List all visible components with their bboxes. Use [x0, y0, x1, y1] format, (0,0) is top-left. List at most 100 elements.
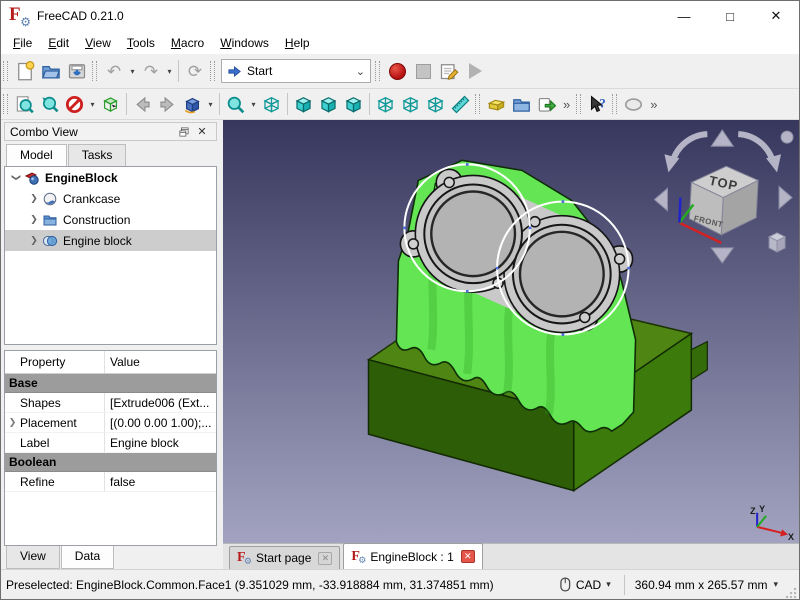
- export-button[interactable]: [534, 92, 559, 117]
- menu-file[interactable]: File: [5, 33, 40, 53]
- toolbar-drag-handle[interactable]: [375, 61, 380, 81]
- zoom-dropdown[interactable]: ▾: [248, 91, 259, 117]
- cube-icon: [294, 95, 313, 114]
- isometric-dropdown[interactable]: ▾: [205, 91, 216, 117]
- toolbar-drag-handle[interactable]: [92, 61, 97, 81]
- toolbar-drag-handle[interactable]: [475, 94, 480, 114]
- cube-icon: [344, 95, 363, 114]
- group-button[interactable]: [509, 92, 534, 117]
- expander-icon[interactable]: ❯: [26, 235, 42, 246]
- tab-tasks[interactable]: Tasks: [68, 144, 127, 166]
- chevron-down-icon: ⌄: [356, 65, 365, 78]
- dropdown-arrow-icon: ▾: [773, 579, 782, 590]
- menu-macro[interactable]: Macro: [163, 33, 212, 53]
- property-row-label[interactable]: Label Engine block: [5, 433, 216, 453]
- bottom-view-button[interactable]: [398, 92, 423, 117]
- measure-button[interactable]: [448, 92, 473, 117]
- tree-item-engineblock[interactable]: ❯ EngineBlock: [5, 167, 216, 188]
- whats-this-button[interactable]: [585, 92, 610, 117]
- float-panel-button[interactable]: [175, 124, 193, 140]
- zoom-button[interactable]: [223, 92, 248, 117]
- close-tab-icon[interactable]: ✕: [461, 550, 475, 563]
- tab-data[interactable]: Data: [61, 546, 114, 569]
- undo-button[interactable]: ↶: [101, 58, 127, 84]
- 3d-viewport[interactable]: TOP FRONT: [223, 120, 799, 543]
- redo-button[interactable]: ↷: [138, 58, 164, 84]
- redo-icon: ↷: [144, 63, 158, 80]
- menu-edit[interactable]: Edit: [40, 33, 77, 53]
- navigation-style-selector[interactable]: CAD ▾: [551, 577, 624, 592]
- new-document-button[interactable]: [12, 58, 38, 84]
- tab-start-page[interactable]: F⚙ Start page ✕: [229, 546, 340, 569]
- toolbar-drag-handle[interactable]: [210, 61, 215, 81]
- nav-forward-button[interactable]: [155, 92, 180, 117]
- 3d-scene[interactable]: TOP FRONT: [223, 120, 799, 543]
- tree-item-crankcase[interactable]: ❯ Crankcase: [5, 188, 216, 209]
- toolbar-drag-handle[interactable]: [576, 94, 581, 114]
- axonometric-view-button[interactable]: [259, 92, 284, 117]
- ellipse-icon: [624, 95, 643, 114]
- property-group-base[interactable]: Base: [5, 374, 216, 393]
- property-row-placement[interactable]: ❯Placement [(0.00 0.00 1.00);...: [5, 413, 216, 433]
- draw-style-button[interactable]: [62, 92, 87, 117]
- left-view-button[interactable]: [423, 92, 448, 117]
- expander-icon[interactable]: ❯: [26, 193, 42, 204]
- toolbar-overflow-button[interactable]: »: [559, 97, 574, 112]
- macro-record-button[interactable]: [384, 58, 410, 84]
- view-dimensions[interactable]: 360.94 mm x 265.57 mm: [625, 578, 774, 592]
- toolbar-drag-handle[interactable]: [3, 61, 8, 81]
- right-view-button[interactable]: [341, 92, 366, 117]
- front-view-button[interactable]: [291, 92, 316, 117]
- macro-edit-button[interactable]: [436, 58, 462, 84]
- property-row-refine[interactable]: Refine false: [5, 472, 216, 492]
- tab-engineblock-document[interactable]: F⚙ EngineBlock : 1 ✕: [343, 543, 482, 569]
- menu-tools[interactable]: Tools: [119, 33, 163, 53]
- top-view-button[interactable]: [316, 92, 341, 117]
- save-button[interactable]: [64, 58, 90, 84]
- rear-view-button[interactable]: [373, 92, 398, 117]
- svg-text:Z: Z: [750, 506, 756, 516]
- isometric-view-button[interactable]: [180, 92, 205, 117]
- expander-icon[interactable]: ❯: [5, 417, 20, 428]
- maximize-button[interactable]: □: [707, 1, 753, 31]
- expander-icon[interactable]: ❯: [26, 214, 42, 225]
- mini-cube[interactable]: [769, 233, 785, 252]
- minimize-button[interactable]: —: [661, 1, 707, 31]
- menu-view[interactable]: View: [77, 33, 119, 53]
- redo-dropdown[interactable]: ▾: [164, 58, 175, 84]
- part-button[interactable]: [484, 92, 509, 117]
- ellipse-button[interactable]: [621, 92, 646, 117]
- open-button[interactable]: [38, 58, 64, 84]
- close-button[interactable]: ✕: [753, 1, 799, 31]
- fit-selection-button[interactable]: [37, 92, 62, 117]
- resize-grip[interactable]: [784, 586, 797, 599]
- tree-item-engine-block[interactable]: ❯ Engine block: [5, 230, 216, 251]
- macro-edit-icon: [439, 61, 459, 81]
- navigation-cube[interactable]: TOP FRONT: [655, 130, 794, 263]
- menu-help[interactable]: Help: [277, 33, 318, 53]
- select-box-button[interactable]: [98, 92, 123, 117]
- window-title: FreeCAD 0.21.0: [37, 9, 124, 23]
- tab-view[interactable]: View: [6, 546, 60, 569]
- refresh-button[interactable]: ⟳: [182, 58, 208, 84]
- macro-stop-button[interactable]: [410, 58, 436, 84]
- macro-play-button[interactable]: [462, 58, 488, 84]
- undo-dropdown[interactable]: ▾: [127, 58, 138, 84]
- toolbar-drag-handle[interactable]: [612, 94, 617, 114]
- close-tab-icon[interactable]: ✕: [318, 552, 332, 565]
- nav-back-button[interactable]: [130, 92, 155, 117]
- toolbar-overflow-button[interactable]: »: [646, 97, 661, 112]
- workbench-selector[interactable]: Start ⌄: [221, 59, 371, 83]
- draw-style-dropdown[interactable]: ▾: [87, 91, 98, 117]
- expander-icon[interactable]: ❯: [11, 170, 22, 186]
- tree-item-construction[interactable]: ❯ Construction: [5, 209, 216, 230]
- wire-cube-icon: [376, 95, 395, 114]
- toolbar-drag-handle[interactable]: [3, 94, 8, 114]
- fit-all-button[interactable]: [12, 92, 37, 117]
- property-group-boolean[interactable]: Boolean: [5, 453, 216, 472]
- property-row-shapes[interactable]: Shapes [Extrude006 (Ext...: [5, 393, 216, 413]
- close-panel-button[interactable]: ✕: [193, 124, 211, 140]
- menu-windows[interactable]: Windows: [212, 33, 277, 53]
- play-icon: [469, 63, 482, 79]
- tab-model[interactable]: Model: [6, 144, 67, 166]
